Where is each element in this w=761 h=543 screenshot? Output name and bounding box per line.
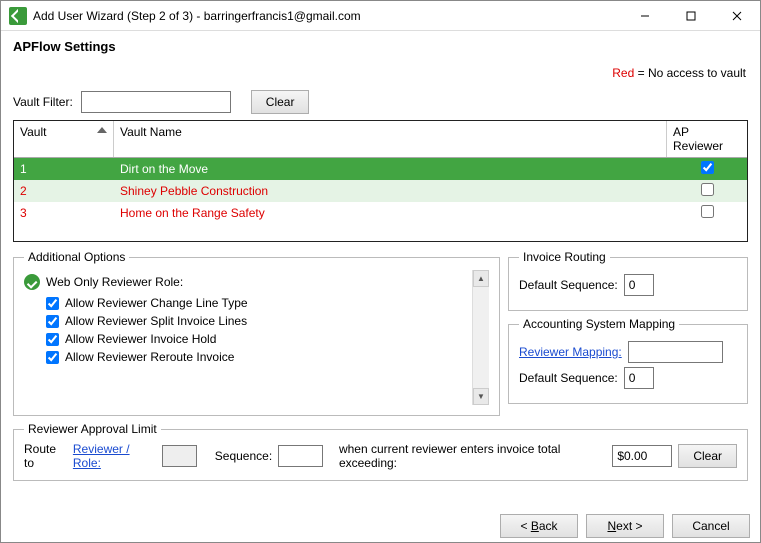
reviewer-mapping-link[interactable]: Reviewer Mapping: xyxy=(519,345,622,359)
titlebar: Add User Wizard (Step 2 of 3) - barringe… xyxy=(1,1,760,31)
check-badge-icon xyxy=(24,274,40,290)
right-column: Invoice Routing Default Sequence: Accoun… xyxy=(508,250,748,416)
maximize-button[interactable] xyxy=(668,1,714,30)
options-list: Web Only Reviewer Role: Allow Reviewer C… xyxy=(24,270,466,405)
legend-text: = No access to vault xyxy=(634,66,746,80)
approval-mid-text: when current reviewer enters invoice tot… xyxy=(339,442,606,470)
sort-asc-icon xyxy=(97,127,107,133)
ap-reviewer-checkbox[interactable] xyxy=(701,161,714,174)
vault-filter-row: Vault Filter: Clear xyxy=(13,90,748,114)
vault-filter-input[interactable] xyxy=(81,91,231,113)
option-label: Allow Reviewer Invoice Hold xyxy=(65,332,216,346)
option-label: Allow Reviewer Split Invoice Lines xyxy=(65,314,247,328)
minimize-icon xyxy=(640,11,650,21)
invoice-routing-box: Invoice Routing Default Sequence: xyxy=(508,250,748,311)
vault-filter-clear-button[interactable]: Clear xyxy=(251,90,310,114)
content-area: APFlow Settings Red = No access to vault… xyxy=(1,31,760,510)
invoice-routing-legend: Invoice Routing xyxy=(519,250,610,264)
additional-options-box: Additional Options Web Only Reviewer Rol… xyxy=(13,250,500,416)
approval-amount-input[interactable] xyxy=(612,445,672,467)
reviewer-role-row: Web Only Reviewer Role: xyxy=(24,274,462,290)
scroll-up-button[interactable]: ▲ xyxy=(473,270,489,287)
cell-vault-name: Shiney Pebble Construction xyxy=(114,182,667,200)
route-to-label: Route to xyxy=(24,442,67,470)
page-heading: APFlow Settings xyxy=(13,39,750,54)
vault-grid: Vault Vault Name AP Reviewer 1Dirt on th… xyxy=(13,120,748,242)
table-row[interactable]: 2Shiney Pebble Construction xyxy=(14,180,747,202)
reviewer-mapping-input[interactable] xyxy=(628,341,723,363)
cell-ap-reviewer xyxy=(667,181,747,201)
option-row: Allow Reviewer Split Invoice Lines xyxy=(46,314,462,328)
sequence-label: Sequence: xyxy=(215,449,272,463)
approval-legend: Reviewer Approval Limit xyxy=(24,422,161,436)
cell-vault-name: Dirt on the Move xyxy=(114,160,667,178)
cell-vault-id: 3 xyxy=(14,204,114,222)
mid-row: Additional Options Web Only Reviewer Rol… xyxy=(13,250,748,416)
cell-vault-id: 2 xyxy=(14,182,114,200)
ap-reviewer-checkbox[interactable] xyxy=(701,205,714,218)
routing-default-seq-input[interactable] xyxy=(624,274,654,296)
close-button[interactable] xyxy=(714,1,760,30)
option-checkbox[interactable] xyxy=(46,315,59,328)
grid-header-reviewer[interactable]: AP Reviewer xyxy=(667,121,747,157)
cell-ap-reviewer xyxy=(667,159,747,179)
accounting-mapping-legend: Accounting System Mapping xyxy=(519,317,679,331)
option-checkbox[interactable] xyxy=(46,333,59,346)
cell-vault-id: 1 xyxy=(14,160,114,178)
option-label: Allow Reviewer Reroute Invoice xyxy=(65,350,234,364)
window-buttons xyxy=(622,1,760,30)
vault-filter-label: Vault Filter: xyxy=(13,95,73,109)
cell-vault-name: Home on the Range Safety xyxy=(114,204,667,222)
approval-clear-button[interactable]: Clear xyxy=(678,444,737,468)
reviewer-role-input[interactable] xyxy=(162,445,197,467)
scroll-down-button[interactable]: ▼ xyxy=(473,388,489,405)
reviewer-approval-limit-box: Reviewer Approval Limit Route to Reviewe… xyxy=(13,422,748,481)
cell-ap-reviewer xyxy=(667,203,747,223)
legend-note: Red = No access to vault xyxy=(11,66,746,80)
routing-default-seq-label: Default Sequence: xyxy=(519,278,618,292)
footer-buttons: < Back Next > Cancel xyxy=(1,510,760,542)
table-row[interactable]: 3Home on the Range Safety xyxy=(14,202,747,224)
close-icon xyxy=(732,11,742,21)
next-button[interactable]: Next > xyxy=(586,514,664,538)
reviewer-mapping-row: Reviewer Mapping: xyxy=(519,341,737,363)
table-row[interactable]: 1Dirt on the Move xyxy=(14,158,747,180)
cancel-button[interactable]: Cancel xyxy=(672,514,750,538)
additional-options-legend: Additional Options xyxy=(24,250,129,264)
reviewer-role-label: Web Only Reviewer Role: xyxy=(46,275,183,289)
mapping-default-seq-label: Default Sequence: xyxy=(519,371,618,385)
window: Add User Wizard (Step 2 of 3) - barringe… xyxy=(0,0,761,543)
legend-red: Red xyxy=(612,66,634,80)
reviewer-role-link[interactable]: Reviewer / Role: xyxy=(73,442,156,470)
sequence-input[interactable] xyxy=(278,445,323,467)
mapping-default-seq-input[interactable] xyxy=(624,367,654,389)
option-row: Allow Reviewer Change Line Type xyxy=(46,296,462,310)
option-checkbox[interactable] xyxy=(46,351,59,364)
approval-row: Route to Reviewer / Role: Sequence: when… xyxy=(24,442,737,470)
app-icon xyxy=(9,7,27,25)
mapping-default-seq-row: Default Sequence: xyxy=(519,367,737,389)
grid-header-vault[interactable]: Vault xyxy=(14,121,114,157)
grid-header-vault-label: Vault xyxy=(20,125,46,139)
window-title: Add User Wizard (Step 2 of 3) - barringe… xyxy=(33,9,622,23)
minimize-button[interactable] xyxy=(622,1,668,30)
option-label: Allow Reviewer Change Line Type xyxy=(65,296,248,310)
ap-reviewer-checkbox[interactable] xyxy=(701,183,714,196)
option-checkbox[interactable] xyxy=(46,297,59,310)
option-row: Allow Reviewer Reroute Invoice xyxy=(46,350,462,364)
grid-header-name[interactable]: Vault Name xyxy=(114,121,667,157)
grid-body: 1Dirt on the Move2Shiney Pebble Construc… xyxy=(14,158,747,241)
routing-default-seq-row: Default Sequence: xyxy=(519,274,737,296)
grid-header: Vault Vault Name AP Reviewer xyxy=(14,121,747,158)
back-button[interactable]: < Back xyxy=(500,514,578,538)
options-inner: Web Only Reviewer Role: Allow Reviewer C… xyxy=(24,270,489,405)
options-scrollbar[interactable]: ▲ ▼ xyxy=(472,270,489,405)
option-row: Allow Reviewer Invoice Hold xyxy=(46,332,462,346)
maximize-icon xyxy=(686,11,696,21)
accounting-mapping-box: Accounting System Mapping Reviewer Mappi… xyxy=(508,317,748,404)
